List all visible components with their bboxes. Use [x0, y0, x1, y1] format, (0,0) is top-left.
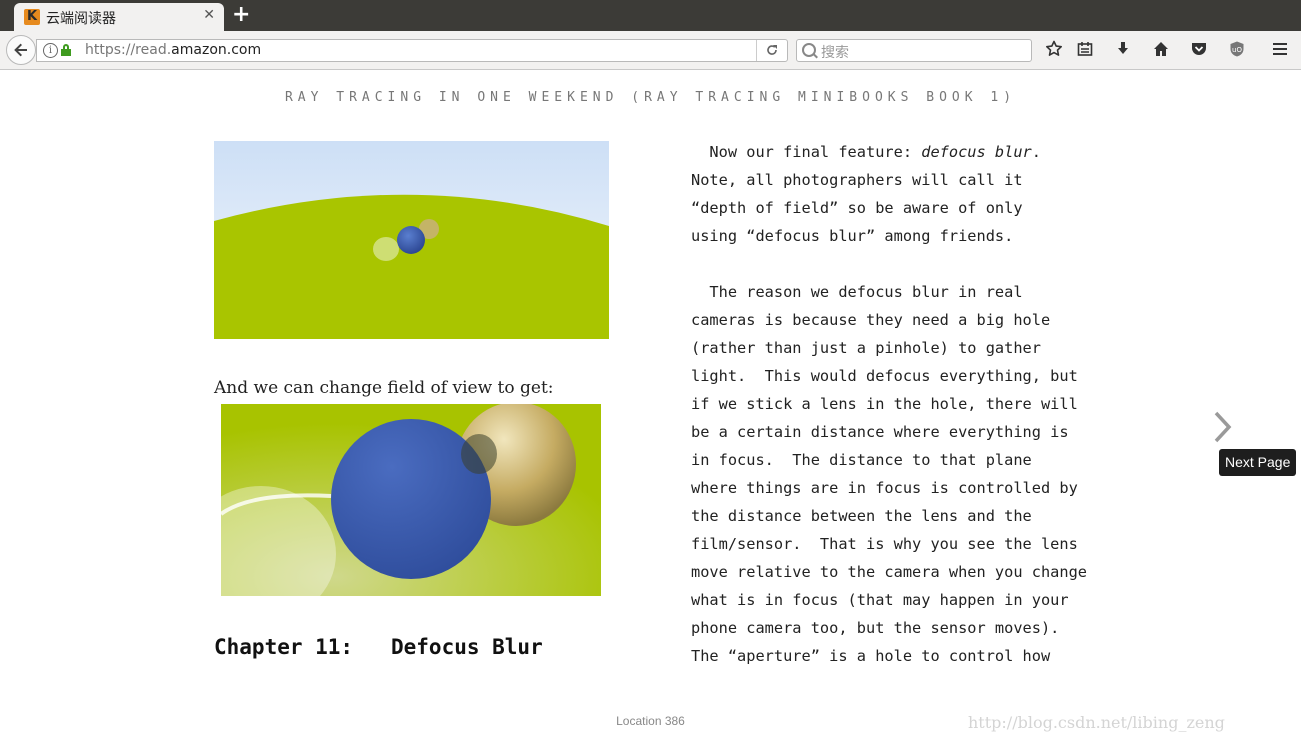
browser-tab[interactable]: K 云端阅读器 ✕: [14, 3, 224, 31]
body-text-line: [691, 250, 1131, 278]
body-text-span: if we stick a lens in the hole, there wi…: [691, 395, 1078, 413]
body-text-line: move relative to the camera when you cha…: [691, 558, 1131, 586]
kindle-favicon-icon: K: [24, 9, 40, 25]
body-text-line: The reason we defocus blur in real: [691, 278, 1131, 306]
watermark-text: http://blog.csdn.net/libing_zeng: [968, 713, 1225, 732]
body-text-span: “depth of field” so be aware of only: [691, 199, 1023, 217]
reload-button[interactable]: [756, 40, 787, 61]
body-text-line: (rather than just a pinhole) to gather: [691, 334, 1131, 362]
body-text-line: “depth of field” so be aware of only: [691, 194, 1131, 222]
raytrace-render-wide: [214, 141, 609, 339]
lock-icon: [61, 44, 71, 56]
body-text-span: in focus. The distance to that plane: [691, 451, 1032, 469]
body-text-span: The “aperture” is a hole to control how: [691, 647, 1051, 665]
body-text-line: Now our final feature: defocus blur.: [691, 138, 1131, 166]
body-text-span: light. This would defocus everything, bu…: [691, 367, 1078, 385]
next-page-tooltip: Next Page: [1219, 449, 1297, 476]
body-text-span: The reason we defocus blur in real: [691, 283, 1023, 301]
italic-term: defocus blur: [921, 143, 1032, 161]
download-icon[interactable]: [1112, 40, 1134, 62]
body-text-line: the distance between the lens and the: [691, 502, 1131, 530]
raytrace-render-zoomed: [221, 404, 601, 596]
body-text-span: what is in focus (that may happen in you…: [691, 591, 1069, 609]
reader-page: RAY TRACING IN ONE WEEKEND (RAY TRACING …: [0, 70, 1301, 744]
body-text-line: Note, all photographers will call it: [691, 166, 1131, 194]
menu-hamburger-icon[interactable]: [1269, 40, 1291, 62]
body-text-line: what is in focus (that may happen in you…: [691, 586, 1131, 614]
pocket-icon[interactable]: [1188, 40, 1210, 62]
url-text[interactable]: https://read.amazon.com: [85, 42, 261, 58]
body-text-span: phone camera too, but the sensor moves).: [691, 619, 1060, 637]
body-text-span: (rather than just a pinhole) to gather: [691, 339, 1041, 357]
search-placeholder: 搜索: [821, 45, 849, 61]
search-bar[interactable]: 搜索: [796, 39, 1032, 62]
period: .: [1031, 143, 1041, 161]
tab-close-icon[interactable]: ✕: [203, 7, 215, 23]
address-bar[interactable]: i https://read.amazon.com: [36, 39, 788, 62]
back-button[interactable]: [6, 35, 36, 65]
body-text-line: if we stick a lens in the hole, there wi…: [691, 390, 1131, 418]
figure-caption: And we can change field of view to get:: [214, 378, 554, 398]
body-text-line: where things are in focus is controlled …: [691, 474, 1131, 502]
tab-strip: K 云端阅读器 ✕ +: [0, 0, 1301, 31]
body-text-line: in focus. The distance to that plane: [691, 446, 1131, 474]
body-text-line: film/sensor. That is why you see the len…: [691, 530, 1131, 558]
search-icon: [802, 43, 816, 57]
book-title-header: RAY TRACING IN ONE WEEKEND (RAY TRACING …: [284, 90, 1017, 105]
url-scheme: https://read.: [85, 42, 172, 58]
home-icon[interactable]: [1150, 40, 1172, 62]
body-text-span: cameras is because they need a big hole: [691, 311, 1051, 329]
reading-list-icon[interactable]: [1074, 40, 1096, 62]
bookmark-star-icon[interactable]: [1043, 40, 1065, 62]
body-text-span: Note, all photographers will call it: [691, 171, 1023, 189]
info-icon[interactable]: i: [43, 43, 58, 58]
body-text-span: where things are in focus is controlled …: [691, 479, 1078, 497]
body-text-line: cameras is because they need a big hole: [691, 306, 1131, 334]
back-arrow-icon: [14, 43, 27, 57]
svg-text:uO: uO: [1232, 46, 1242, 54]
body-text-line: The “aperture” is a hole to control how: [691, 642, 1131, 670]
new-tab-button[interactable]: +: [232, 2, 250, 27]
body-text-line: using “defocus blur” among friends.: [691, 222, 1131, 250]
chapter-heading: Chapter 11: Defocus Blur: [214, 635, 543, 659]
body-text-line: phone camera too, but the sensor moves).: [691, 614, 1131, 642]
body-text-span: be a certain distance where everything i…: [691, 423, 1069, 441]
body-text-span: using “defocus blur” among friends.: [691, 227, 1014, 245]
body-text-span: Now our final feature:: [691, 143, 922, 161]
tab-title: 云端阅读器: [46, 11, 116, 27]
body-text-span: move relative to the camera when you cha…: [691, 563, 1088, 581]
body-text-line: light. This would defocus everything, bu…: [691, 362, 1131, 390]
next-page-chevron-icon[interactable]: [1210, 410, 1236, 444]
reload-icon: [767, 45, 777, 55]
body-text-column: Now our final feature: defocus blur. Note…: [691, 138, 1131, 670]
body-text-span: film/sensor. That is why you see the len…: [691, 535, 1078, 553]
navigation-toolbar: i https://read.amazon.com 搜索 uO: [0, 31, 1301, 70]
body-text-span: the distance between the lens and the: [691, 507, 1032, 525]
url-domain: amazon.com: [171, 42, 262, 58]
ublock-shield-icon[interactable]: uO: [1226, 40, 1248, 62]
body-text-line: be a certain distance where everything i…: [691, 418, 1131, 446]
